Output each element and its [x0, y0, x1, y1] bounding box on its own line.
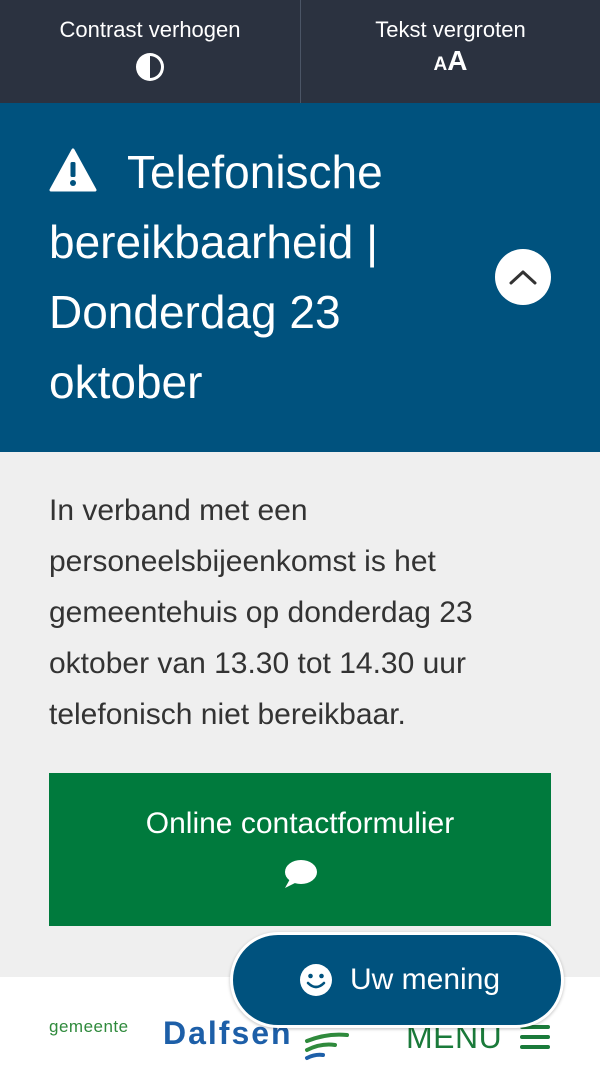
- text-size-button[interactable]: Tekst vergroten AA: [300, 0, 600, 103]
- feedback-button[interactable]: Uw mening: [230, 932, 564, 1028]
- feedback-label: Uw mening: [350, 963, 501, 996]
- notice-title: Telefonische bereikbaarheid | Donderdag …: [49, 146, 383, 408]
- contrast-icon: [136, 53, 164, 81]
- logo-waves-icon: [305, 1032, 349, 1060]
- notice-body: In verband met een personeelsbijeenkomst…: [0, 452, 600, 977]
- text-size-icon: AA: [434, 46, 468, 81]
- warning-icon: [49, 148, 97, 192]
- contrast-label: Contrast verhogen: [59, 17, 241, 42]
- logo-text-small: gemeente: [49, 1017, 129, 1036]
- notice-title-block: Telefonische bereikbaarheid | Donderdag …: [49, 137, 429, 417]
- smile-icon: [300, 964, 332, 996]
- text-size-icon-big-a: A: [447, 45, 468, 76]
- contrast-toggle-button[interactable]: Contrast verhogen: [0, 0, 300, 103]
- notice-header[interactable]: Telefonische bereikbaarheid | Donderdag …: [0, 103, 600, 452]
- notice-collapse-button[interactable]: [495, 249, 551, 305]
- text-size-icon-small-a: A: [433, 54, 448, 75]
- text-size-label: Tekst vergroten: [375, 17, 526, 42]
- accessibility-bar: Contrast verhogen Tekst vergroten AA: [0, 0, 600, 103]
- hamburger-icon: [520, 1025, 551, 1049]
- contact-form-button[interactable]: Online contactformulier: [49, 773, 551, 926]
- chat-bubble-icon: [285, 860, 317, 888]
- contact-form-label: Online contactformulier: [145, 807, 455, 840]
- chevron-up-icon: [509, 270, 537, 285]
- notice-text: In verband met een personeelsbijeenkomst…: [49, 494, 473, 731]
